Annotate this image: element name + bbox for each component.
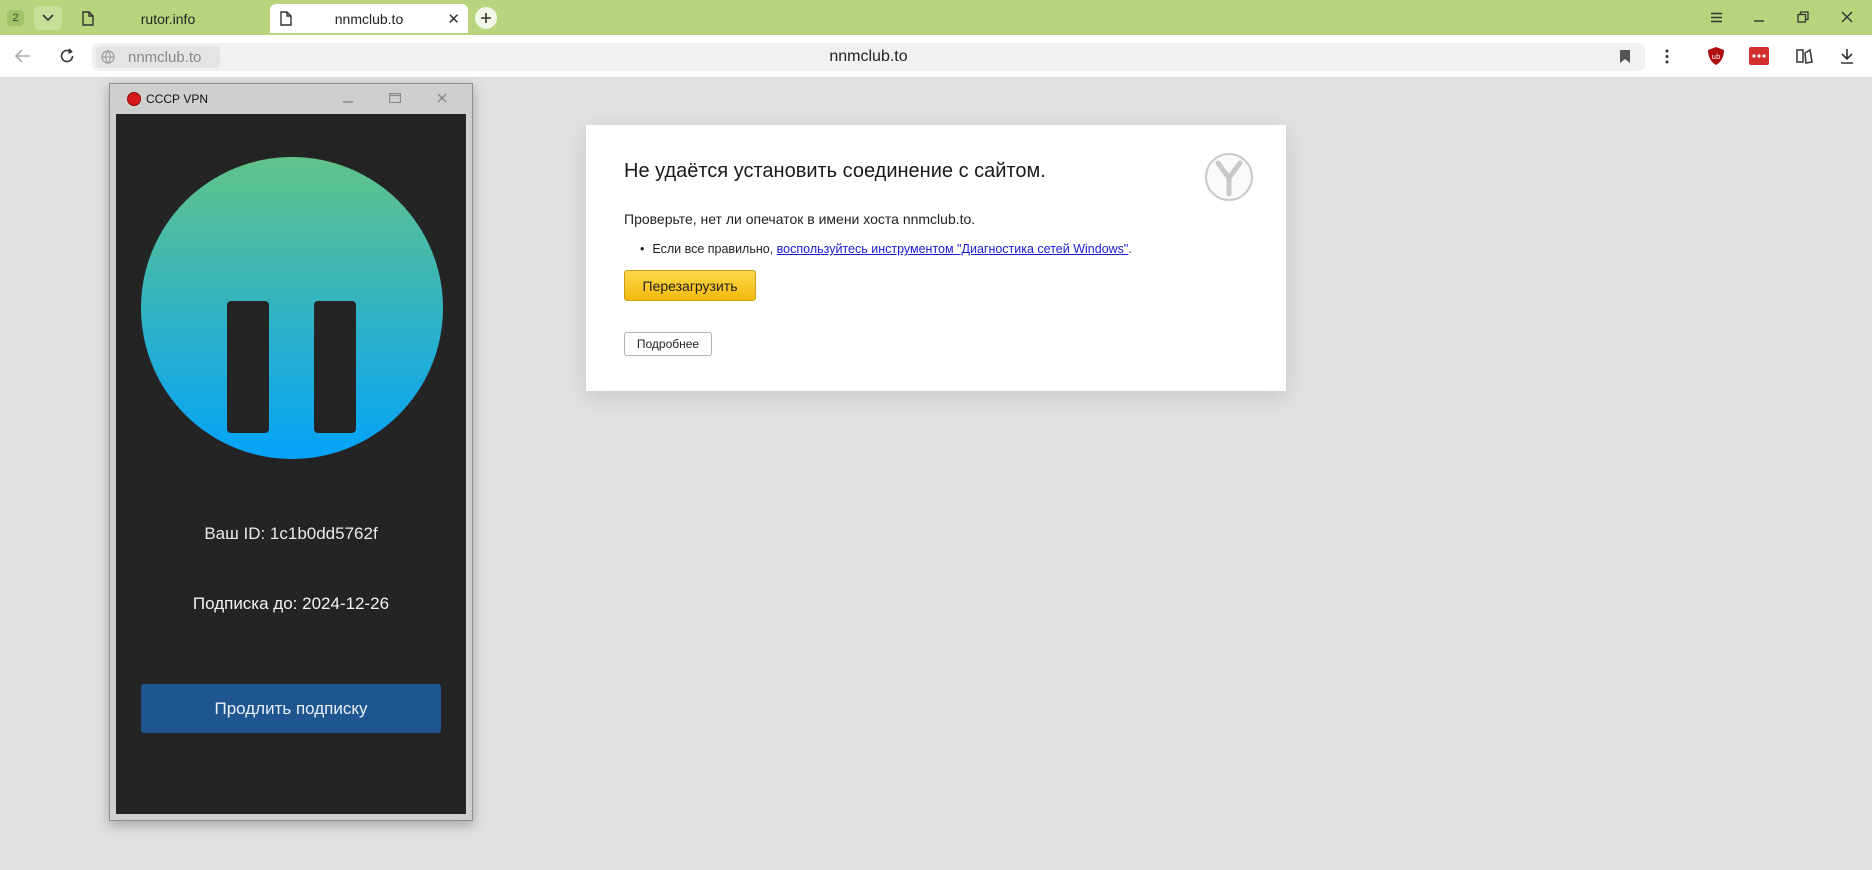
pause-icon-right-bar <box>314 301 356 433</box>
tab-rutor[interactable]: rutor.info <box>72 4 264 33</box>
vpn-content: Ваш ID: 1c1b0dd5762f Подписка до: 2024-1… <box>116 114 466 814</box>
back-button[interactable] <box>10 44 36 68</box>
address-bar[interactable]: nnmclub.to nnmclub.to <box>92 43 1645 71</box>
error-title: Не удаётся установить соединение с сайто… <box>624 160 1046 182</box>
plus-icon <box>481 13 491 23</box>
bookmark-icon[interactable] <box>1619 49 1631 64</box>
close-window-button[interactable] <box>1832 6 1862 28</box>
suggestion-prefix: Если все правильно, <box>652 242 777 256</box>
vpn-subscription-expiry: Подписка до: 2024-12-26 <box>192 594 390 613</box>
collections-button[interactable] <box>1791 44 1817 68</box>
browser-toolbar: nnmclub.to nnmclub.to ub <box>0 35 1872 78</box>
minimize-icon <box>1754 20 1764 22</box>
ublock-extension-button[interactable]: ub <box>1703 44 1729 68</box>
vpn-connect-toggle-button[interactable] <box>141 157 443 459</box>
bullet-icon: • <box>640 242 645 256</box>
close-tab-icon[interactable]: ✕ <box>447 10 460 28</box>
restore-icon <box>1797 11 1809 23</box>
vertical-dots-icon <box>1665 49 1669 63</box>
minimize-button[interactable] <box>1744 6 1774 28</box>
close-icon <box>437 93 447 103</box>
error-hint: Проверьте, нет ли опечаток в имени хоста… <box>624 211 976 227</box>
arrow-left-icon <box>15 49 30 63</box>
tab-list-dropdown-button[interactable] <box>34 6 62 30</box>
tab-strip: 2 rutor.info nnmclub.to ✕ <box>0 0 1872 35</box>
password-dots-icon <box>1749 47 1769 65</box>
network-diagnostics-link[interactable]: воспользуйтесь инструментом "Диагностика… <box>777 242 1129 256</box>
address-url: nnmclub.to <box>829 48 908 65</box>
minimize-icon <box>343 101 353 103</box>
downloads-button[interactable] <box>1834 44 1860 68</box>
more-options-button[interactable] <box>1654 44 1680 68</box>
connection-error-panel: Не удаётся установить соединение с сайто… <box>586 125 1286 391</box>
tab-nnmclub[interactable]: nnmclub.to ✕ <box>270 4 468 33</box>
yandex-browser-logo-icon <box>1205 153 1253 201</box>
reload-page-button[interactable]: Перезагрузить <box>624 270 756 301</box>
restore-button[interactable] <box>1788 6 1818 28</box>
error-suggestion: • Если все правильно, воспользуйтесь инст… <box>640 242 1132 256</box>
tab-count-badge[interactable]: 2 <box>7 10 24 26</box>
vpn-minimize-button[interactable] <box>333 88 363 108</box>
pause-icon-left-bar <box>227 301 269 433</box>
menu-button[interactable] <box>1701 6 1731 28</box>
hamburger-icon <box>1710 12 1722 22</box>
tab-title: nnmclub.to <box>334 11 404 27</box>
collections-icon <box>1796 48 1813 64</box>
new-tab-button[interactable] <box>475 7 497 29</box>
vpn-titlebar[interactable]: СССР VPN <box>113 86 469 112</box>
maximize-icon <box>389 93 401 103</box>
reload-button[interactable] <box>54 44 80 68</box>
vpn-app-window: СССР VPN Ваш ID: 1c1b0dd5762f Подписка д… <box>109 83 473 821</box>
renew-subscription-button[interactable]: Продлить подписку <box>141 684 441 733</box>
vpn-user-id: Ваш ID: 1c1b0dd5762f <box>204 524 378 543</box>
close-icon <box>1841 11 1853 23</box>
vpn-maximize-button[interactable] <box>380 88 410 108</box>
svg-text:ub: ub <box>1712 53 1721 61</box>
download-icon <box>1841 49 1853 64</box>
ublock-shield-icon: ub <box>1708 47 1724 65</box>
details-button[interactable]: Подробнее <box>624 332 712 356</box>
password-manager-extension-button[interactable] <box>1746 44 1772 68</box>
suggestion-suffix: . <box>1128 242 1132 256</box>
vpn-app-icon <box>127 92 141 106</box>
chevron-down-icon <box>42 14 54 22</box>
vpn-close-button[interactable] <box>427 88 457 108</box>
vpn-window-title: СССР VPN <box>146 92 209 106</box>
refresh-icon <box>60 48 74 63</box>
tab-title: rutor.info <box>140 11 196 27</box>
